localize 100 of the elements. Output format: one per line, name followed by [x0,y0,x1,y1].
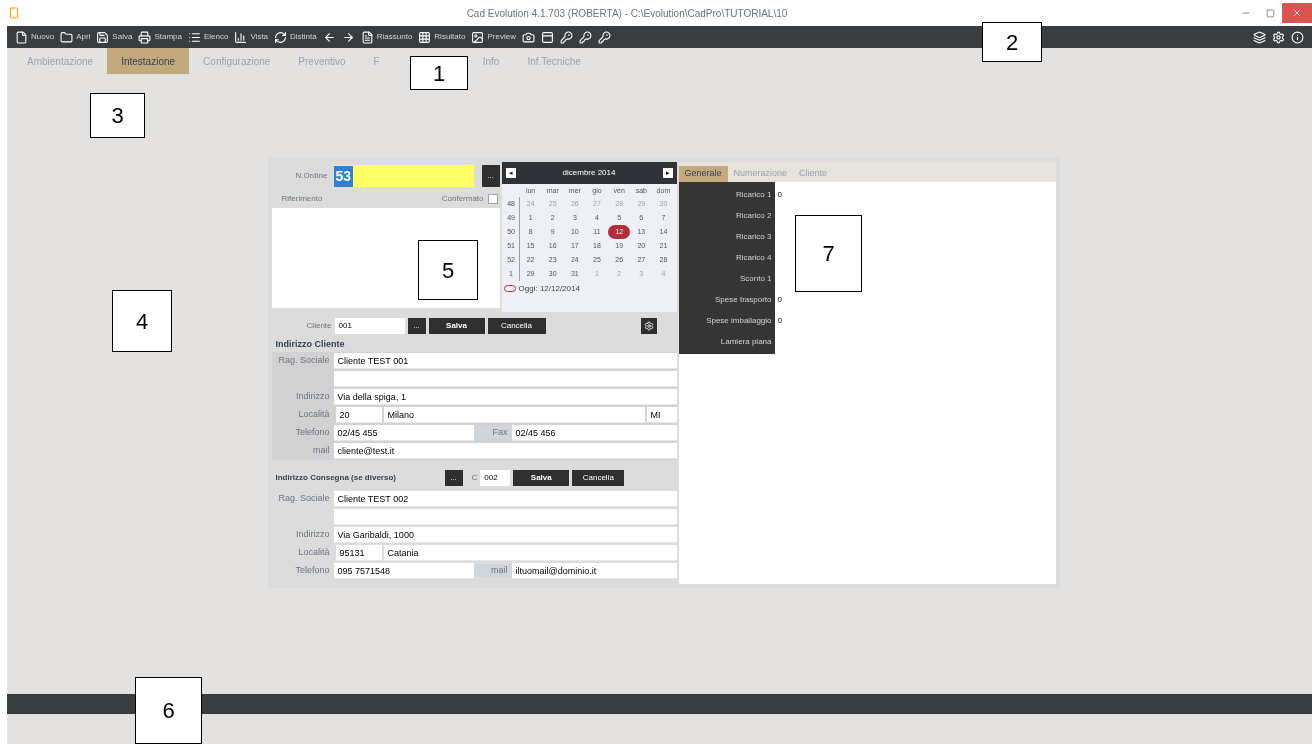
toolbar-button[interactable] [559,30,573,44]
field-label: Telefono [294,425,331,439]
grid-icon [418,30,432,44]
tab[interactable]: Intestazione [107,48,190,74]
callout-number: 6 [135,677,202,744]
toolbar-button[interactable]: Nuovo [15,30,55,44]
input-field[interactable] [333,508,677,525]
row-label: Sconto 1 [738,273,773,285]
callout-number: 7 [795,215,862,292]
toolbar-button[interactable]: Stampa [138,30,182,44]
folder-icon [60,30,74,44]
row-label: Lamiera piana [719,336,773,348]
input-field[interactable]: iltuomail@dominio.it [511,562,677,579]
input-field[interactable]: 095 7571548 [333,562,474,579]
field-label: Cliente [305,320,332,332]
field-label: Telefono [294,563,331,577]
selected-number: 53 [333,165,354,187]
field-label: Indirizzo [295,389,331,403]
toolbar-button[interactable]: Apri [60,30,91,44]
cancel-button[interactable]: Cancella [487,318,546,334]
camera-icon [521,30,535,44]
callout-number: 5 [418,240,478,300]
tab[interactable]: Generale [678,166,728,182]
checkbox[interactable] [487,194,498,204]
printer-icon [138,30,152,44]
refresh-icon [274,30,288,44]
cancel-button[interactable]: Cancella [572,469,625,486]
toolbar-button[interactable] [1253,30,1266,44]
layers-icon [1253,30,1266,44]
input-field[interactable]: MI [646,406,677,423]
save-icon [96,30,110,44]
input-field[interactable] [333,370,677,387]
section-title: Indirizzo Consegna (se diverso) [274,471,397,484]
field-label: N.Ordine [294,170,329,182]
input-field[interactable]: cliente@test.it [333,442,677,459]
arrow-right-icon [341,30,355,44]
input-field[interactable]: Via della spiga, 1 [333,388,677,405]
toolbar-button[interactable] [540,30,554,44]
callout-number: 4 [112,290,172,352]
settings-icon [1272,30,1285,44]
callout-number: 3 [90,93,145,138]
save-button[interactable]: Salva [428,318,485,334]
row-value: 0 [776,293,782,306]
customer-code-field[interactable]: 001 [334,318,405,334]
field-label: Località [297,407,331,421]
field-label: C [470,471,478,484]
browse-button[interactable]: ... [407,318,426,334]
input-field[interactable]: Milano [383,406,645,423]
field-label: mail [312,443,331,457]
toolbar-button[interactable] [578,30,592,44]
field-label: Fax [473,425,512,440]
field-label: Confermato [441,193,485,205]
toolbar-button[interactable]: Preview [471,30,516,44]
input-field[interactable]: Via Garibaldi, 1000 [333,526,677,543]
browse-button[interactable]: ... [444,469,463,486]
toolbar-button[interactable] [322,30,336,44]
maximize-icon [1265,8,1275,18]
input-field[interactable]: 02/45 456 [511,424,677,441]
callout-number: 2 [982,22,1042,62]
delivery-code-field[interactable]: 002 [480,469,511,486]
callout-number: 1 [410,56,468,90]
toolbar-button[interactable]: Salva [96,30,133,44]
row-value: 0 [776,188,782,201]
today-link[interactable]: Oggi: 12/12/2014 [518,282,580,295]
toolbar-button[interactable]: Riassunto [360,30,413,44]
input-field[interactable]: 20 [335,406,382,423]
row-label: Spese trasporto [714,294,773,306]
toolbar-button[interactable]: Vista [234,30,269,44]
toolbar-button[interactable]: Distinta [274,30,317,44]
field-label: Rag. Sociale [277,353,331,367]
close-icon [1292,8,1302,18]
toolbar-button[interactable]: Risultato [418,30,466,44]
field-label: Località [297,545,331,559]
panel-icon [540,30,554,44]
browse-button[interactable]: ... [481,165,500,187]
toolbar-button[interactable]: Elenco [187,30,229,44]
row-label: Ricarico 4 [734,252,773,264]
toolbar-button[interactable] [1291,30,1304,44]
input-field[interactable]: 95131 [335,544,382,561]
list-icon [187,30,201,44]
row-label: Ricarico 3 [734,231,773,243]
row-label: Ricarico 2 [734,210,773,222]
window-title: Cad Evolution 4.1.703 (ROBERTA) - C:\Evolution\CadPro\TUTORIAL\10 [466,6,788,21]
settings-button[interactable] [640,318,657,334]
input-field[interactable]: Cliente TEST 002 [333,490,677,507]
field-label: Riferimento [280,193,323,205]
save-button[interactable]: Salva [513,469,570,486]
input-field[interactable]: 02/45 455 [333,424,474,441]
key-icon [559,30,573,44]
toolbar-button[interactable] [597,30,611,44]
field-label: Rag. Sociale [277,491,331,505]
input-field[interactable]: Cliente TEST 001 [333,352,677,369]
toolbar-button[interactable] [521,30,535,44]
field-label: Indirizzo [295,527,331,541]
calendar-month: dicembre 2014 [561,167,617,179]
order-number-field[interactable]: 53 [333,165,474,187]
toolbar-button[interactable] [341,30,355,44]
input-field[interactable]: Catania [383,544,677,561]
toolbar-button[interactable] [1272,30,1285,44]
row-label: Spese imballaggio [705,315,773,327]
